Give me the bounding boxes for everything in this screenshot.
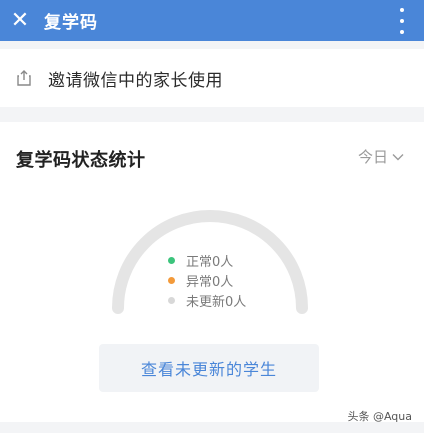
page-title: 复学码	[44, 13, 98, 33]
legend-item-abnormal: 异常0人	[168, 270, 246, 290]
legend-dot	[168, 256, 175, 264]
close-button[interactable]: ✕	[0, 0, 40, 41]
legend-label: 正常0人	[186, 254, 234, 270]
legend-dot	[168, 276, 175, 284]
invite-label: 邀请微信中的家长使用	[48, 70, 223, 91]
top-bar: ✕ 复学码	[0, 0, 424, 41]
status-stats-card: 复学码状态统计 今日 正常0人 异常0人 未更新0人 查看未更新的学生 头条 @…	[0, 122, 424, 423]
legend-item-normal: 正常0人	[168, 250, 246, 270]
invite-parents-row[interactable]: 邀请微信中的家长使用	[0, 49, 424, 107]
date-filter-label: 今日	[357, 148, 388, 166]
date-filter-dropdown[interactable]: 今日	[358, 146, 404, 167]
legend-dot	[168, 296, 175, 304]
more-vertical-icon	[400, 8, 404, 12]
close-icon: ✕	[10, 7, 30, 33]
legend-label: 异常0人	[186, 274, 234, 290]
more-menu-button[interactable]	[396, 8, 408, 34]
status-legend: 正常0人 异常0人 未更新0人	[168, 250, 246, 310]
legend-label: 未更新0人	[186, 294, 247, 310]
share-icon	[17, 70, 31, 86]
watermark: 头条 @Aqua	[347, 410, 412, 423]
view-not-updated-students-button[interactable]: 查看未更新的学生	[99, 344, 319, 392]
stats-title: 复学码状态统计	[16, 150, 146, 171]
legend-item-not-updated: 未更新0人	[168, 290, 246, 310]
chevron-down-icon	[392, 153, 404, 160]
